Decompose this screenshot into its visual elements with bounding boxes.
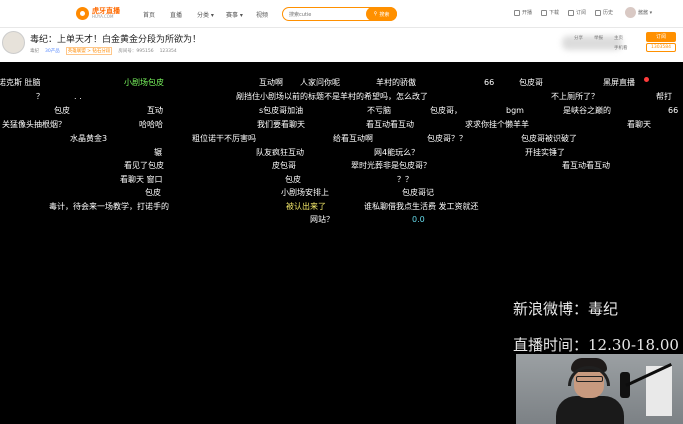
- danmaku-item: 互动: [147, 106, 163, 115]
- live-indicator-icon: [644, 77, 649, 82]
- danmaku-item: 开挂实锤了: [525, 148, 565, 157]
- room-header: 毒纪：上单天才！白金黄金分段为所欲为！ 毒纪 30产品 英雄联盟 > 钻石分段 …: [0, 28, 683, 62]
- search-button[interactable]: ⚲ 搜索: [366, 7, 397, 21]
- danmaku-item: 包皮哥被识破了: [521, 134, 577, 143]
- level-badge: 30产品: [45, 49, 60, 54]
- danmaku-item: ？: [36, 92, 44, 101]
- danmaku-item: 求求你挂个懒羊羊: [465, 120, 529, 129]
- webcam-overlay: [516, 354, 683, 424]
- danmaku-item: 包皮: [145, 188, 161, 197]
- room-title: 毒纪：上单天才！白金黄金分段为所欲为！: [30, 35, 202, 45]
- danmaku-item: 包皮哥？？: [427, 134, 467, 143]
- video-player[interactable]: 诺克斯 肚脑 小剧场包皮 互动啊 人家问你呢 羊村的骄傲 66 包皮哥 黑屏直播…: [0, 62, 683, 424]
- danmaku-item: 看互动看互动: [366, 120, 414, 129]
- download-icon: [541, 9, 547, 16]
- danmaku-item: 0.0: [412, 215, 425, 224]
- viewer-count: 123354: [159, 48, 177, 54]
- danmaku-item: 看见了包皮: [124, 161, 164, 170]
- start-broadcast-button[interactable]: 开播: [514, 9, 532, 16]
- homepage-button[interactable]: 主页: [614, 35, 623, 41]
- danmaku-item: 我们要看聊天: [257, 120, 305, 129]
- streamer-name[interactable]: 毒纪: [30, 48, 39, 54]
- danmaku-item: 小剧场安排上: [281, 188, 329, 197]
- history-button[interactable]: 历史: [595, 9, 613, 16]
- report-button[interactable]: 举报: [594, 35, 603, 41]
- danmaku-item: 队友疯狂互动: [256, 148, 304, 157]
- danmaku-item: 剐挡住小剧场以前的标题不是羊村的希望吗，怎么改了: [236, 92, 428, 101]
- danmaku-item: 关猛像头抽根烟？: [2, 120, 66, 129]
- danmaku-item: 包皮哥，: [430, 106, 462, 115]
- nav-category[interactable]: 分类 ▾: [197, 10, 214, 19]
- nav-live[interactable]: 直播: [170, 10, 182, 19]
- game-category[interactable]: 英雄联盟 > 钻石分段: [65, 47, 113, 55]
- danmaku-item: 不亏脑: [367, 106, 391, 115]
- danmaku-item: 66: [484, 78, 495, 87]
- danmaku-item: 包皮: [54, 106, 70, 115]
- danmaku-item: 毒计，待会来一场教学，打诺手的: [49, 202, 169, 211]
- logo-subtext: HUYA.COM: [92, 13, 114, 19]
- danmaku-item: s包皮哥加油: [259, 106, 304, 115]
- weibo-overlay-text: 新浪微博：毒纪: [513, 300, 619, 318]
- user-menu[interactable]: 酱酱 ▾: [638, 9, 652, 16]
- huya-logo-icon: [76, 6, 89, 20]
- danmaku-item: 被认出来了: [286, 202, 326, 211]
- danmaku-item: 辗: [154, 148, 162, 157]
- danmaku-item: 小剧场包皮: [124, 78, 164, 87]
- danmaku-item: ？？: [397, 175, 413, 184]
- danmaku-item: 谁私聊借我点生活费 发工资就还: [364, 202, 479, 211]
- danmaku-item: 翠时光葬非是包皮哥？: [351, 161, 431, 170]
- live-time-overlay-text: 直播时间：12.30-18.00: [513, 336, 679, 354]
- danmaku-item: 互动啊: [259, 78, 283, 87]
- mobile-watch-button[interactable]: 手机看: [614, 45, 628, 51]
- room-meta: 毒纪 30产品 英雄联盟 > 钻石分段 房间号：995156 123354: [30, 47, 177, 55]
- search-box: ⚲ 搜索: [282, 7, 397, 21]
- blurred-region: [562, 36, 622, 50]
- subscriptions-button[interactable]: 订阅: [568, 9, 586, 16]
- danmaku-item: 水晶黄金3: [70, 134, 108, 143]
- search-icon: ⚲: [373, 11, 378, 17]
- heart-icon: [568, 9, 574, 16]
- share-button[interactable]: 分享: [574, 35, 583, 41]
- danmaku-item: 包皮: [285, 175, 301, 184]
- danmaku-item: 看互动看互动: [562, 161, 610, 170]
- danmaku-item: 黑屏直播: [603, 78, 635, 87]
- danmaku-item: 人家问你呢: [300, 78, 340, 87]
- download-button[interactable]: 下载: [541, 9, 559, 16]
- search-button-label: 搜索: [379, 11, 390, 18]
- broadcast-icon: [514, 9, 520, 16]
- nav-events[interactable]: 赛事 ▾: [226, 10, 243, 19]
- nav-video[interactable]: 视频: [256, 10, 268, 19]
- danmaku-item: 66: [668, 106, 679, 115]
- danmaku-item: 粗位诺干不厉害吗: [192, 134, 256, 143]
- subscribe-count: 1303584: [646, 43, 676, 52]
- danmaku-item: 包皮哥记: [402, 188, 434, 197]
- search-input[interactable]: [289, 10, 365, 19]
- danmaku-item: 包皮哥: [519, 78, 543, 87]
- danmaku-item: 给看互动啊: [333, 134, 373, 143]
- danmaku-item: 是峡谷之巅的: [563, 106, 611, 115]
- danmaku-item: . .: [74, 92, 82, 101]
- glasses: [576, 376, 603, 382]
- danmaku-item: 看聊天: [627, 120, 651, 129]
- danmaku-item: 不上厕所了？: [551, 92, 599, 101]
- huya-logo[interactable]: 虎牙直播 HUYA.COM: [76, 5, 120, 21]
- clock-icon: [595, 9, 601, 16]
- top-nav-bar: 虎牙直播 HUYA.COM 首页 直播 分类 ▾ 赛事 ▾ 视频 ⚲ 搜索 开播…: [0, 0, 683, 28]
- danmaku-item: 看聊天 窗口: [120, 175, 163, 184]
- danmaku-item: 诺克斯 肚脑: [0, 78, 41, 87]
- user-avatar[interactable]: [625, 7, 636, 18]
- streamer-body: [556, 396, 624, 424]
- danmaku-item: 皮包哥: [272, 161, 296, 170]
- danmaku-item: bgm: [506, 106, 524, 115]
- danmaku-item: 羊村的骄傲: [376, 78, 416, 87]
- streamer-avatar[interactable]: [2, 31, 25, 54]
- danmaku-item: 网站？: [310, 215, 334, 224]
- nav-home[interactable]: 首页: [143, 10, 155, 19]
- danmaku-item: 哈哈哈: [139, 120, 163, 129]
- subscribe-button[interactable]: 订阅: [646, 32, 676, 42]
- danmaku-item: 网4能玩么？: [374, 148, 420, 157]
- danmaku-item: 帮打: [656, 92, 672, 101]
- room-number: 房间号：995156: [118, 49, 154, 54]
